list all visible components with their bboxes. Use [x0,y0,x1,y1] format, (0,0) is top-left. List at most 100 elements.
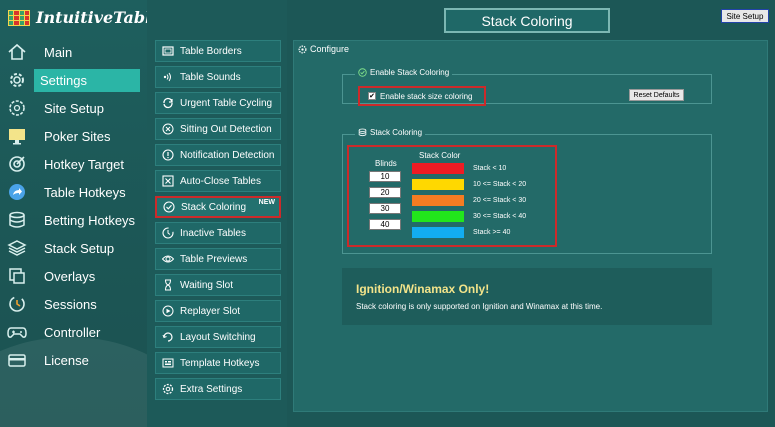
alert-icon [162,149,174,161]
database-icon [358,128,367,137]
menu-item-label: Extra Settings [180,383,243,395]
blind-threshold-input-1[interactable]: 10 [369,171,401,182]
sidebar-item-label: Main [44,44,73,60]
page-title: Stack Coloring [444,8,610,33]
range-label: 30 <= Stack < 40 [473,213,527,220]
range-label: 20 <= Stack < 30 [473,197,527,204]
sidebar-item-table-hotkeys[interactable]: Table Hotkeys [0,178,147,206]
sidebar-item-label: Overlays [44,268,96,284]
sidebar-item-poker-sites[interactable]: Poker Sites [0,122,147,150]
menu-item-table-sounds[interactable]: Table Sounds [155,66,281,88]
enable-group-label: Enable Stack Coloring [370,68,450,77]
menu-item-template-hotkeys[interactable]: Template Hotkeys [155,352,281,374]
range-label: Stack >= 40 [473,229,511,236]
sidebar-item-label: Stack Setup [44,240,115,256]
sidebar-item-controller[interactable]: Controller [0,318,147,346]
menu-item-label: Table Sounds [180,71,241,83]
color-swatch-yellow[interactable] [412,179,464,190]
target-icon [6,153,28,175]
sidebar-item-label: Controller [44,324,101,340]
configure-title: Configure [310,44,350,54]
menu-item-layout-switching[interactable]: Layout Switching [155,326,281,348]
menu-item-label: Notification Detection [180,149,275,161]
eye-icon [162,253,174,265]
color-swatch-red[interactable] [412,163,464,174]
menu-item-label: Layout Switching [180,331,256,343]
sitting-out-icon [162,123,174,135]
sidebar-item-betting-hotkeys[interactable]: Betting Hotkeys [0,206,147,234]
template-icon [162,357,174,369]
configure-panel: Configure Enable Stack Coloring ✔ Enable… [293,40,768,412]
menu-item-notification-detection[interactable]: Notification Detection [155,144,281,166]
stack-group-label: Stack Coloring [370,128,423,137]
menu-item-table-borders[interactable]: Table Borders [155,40,281,62]
sidebar-item-hotkey-target[interactable]: Hotkey Target [0,150,147,178]
menu-item-label: Waiting Slot [180,279,233,291]
enable-stack-size-coloring-checkbox[interactable]: ✔ Enable stack size coloring [358,86,486,106]
platform-notice: Ignition/Winamax Only! Stack coloring is… [342,268,712,325]
home-icon [6,41,28,63]
menu-item-replayer-slot[interactable]: Replayer Slot [155,300,281,322]
menu-item-waiting-slot[interactable]: Waiting Slot [155,274,281,296]
sidebar-item-overlays[interactable]: Overlays [0,262,147,290]
stack-color-header: Stack Color [419,151,461,160]
menu-item-label: Urgent Table Cycling [180,97,273,109]
sidebar-item-license[interactable]: License [0,346,147,374]
monitor-icon [6,125,28,147]
blind-threshold-input-3[interactable]: 30 [369,203,401,214]
blinds-header: Blinds [375,159,397,168]
sidebar-item-label: Poker Sites [44,128,111,144]
menu-item-extra-settings[interactable]: Extra Settings [155,378,281,400]
menu-item-label: Auto-Close Tables [180,175,261,187]
blind-threshold-input-4[interactable]: 40 [369,219,401,230]
menu-item-table-previews[interactable]: Table Previews [155,248,281,270]
checkbox-label: Enable stack size coloring [380,91,473,101]
menu-item-auto-close-tables[interactable]: Auto-Close Tables [155,170,281,192]
sidebar-item-settings[interactable]: Settings [0,66,147,94]
logo-icon [8,9,30,26]
sidebar-item-site-setup[interactable]: Site Setup [0,94,147,122]
color-swatch-orange[interactable] [412,195,464,206]
range-label: 10 <= Stack < 20 [473,181,527,188]
blind-threshold-input-2[interactable]: 20 [369,187,401,198]
site-setup-button[interactable]: Site Setup [721,9,769,23]
sidebar-item-label: License [44,352,89,368]
site-gear-icon [6,97,28,119]
notice-title: Ignition/Winamax Only! [356,282,490,296]
new-badge: NEW [258,199,275,206]
overlay-icon [6,265,28,287]
sidebar-item-stack-setup[interactable]: Stack Setup [0,234,147,262]
configure-header: Configure [298,44,349,54]
menu-item-urgent-table-cycling[interactable]: Urgent Table Cycling [155,92,281,114]
sidebar-item-sessions[interactable]: Sessions [0,290,147,318]
menu-item-stack-coloring[interactable]: Stack Coloring NEW [155,196,281,218]
menu-item-inactive-tables[interactable]: Inactive Tables [155,222,281,244]
menu-item-sitting-out-detection[interactable]: Sitting Out Detection [155,118,281,140]
layout-icon [162,331,174,343]
reset-defaults-button[interactable]: Reset Defaults [629,89,684,101]
borders-icon [162,45,174,57]
left-sidebar: IntuitiveTables Main Settings Site Setup… [0,0,147,427]
group-label: Enable Stack Coloring [355,68,453,77]
sidebar-item-label: Betting Hotkeys [44,212,136,228]
menu-item-label: Table Previews [180,253,248,265]
sidebar-item-label: Site Setup [44,100,104,116]
menu-item-label: Table Borders [180,45,242,57]
extra-gear-icon [162,383,174,395]
color-swatch-green[interactable] [412,211,464,222]
sidebar-item-main[interactable]: Main [0,38,147,66]
notice-text: Stack coloring is only supported on Igni… [356,302,603,311]
gear-icon [298,45,307,54]
menu-item-label: Sitting Out Detection [180,123,272,135]
close-box-icon [162,175,174,187]
checkbox[interactable]: ✔ [368,92,376,100]
settings-menu: Table Borders Table Sounds Urgent Table … [155,40,281,404]
app-logo: IntuitiveTables [8,8,147,27]
range-label: Stack < 10 [473,165,507,172]
database-icon [6,209,28,231]
color-swatch-blue[interactable] [412,227,464,238]
group-label: Stack Coloring [355,128,426,137]
sidebar-item-label: Settings [34,68,140,92]
check-circle-icon [163,201,175,213]
gamepad-icon [6,321,28,343]
